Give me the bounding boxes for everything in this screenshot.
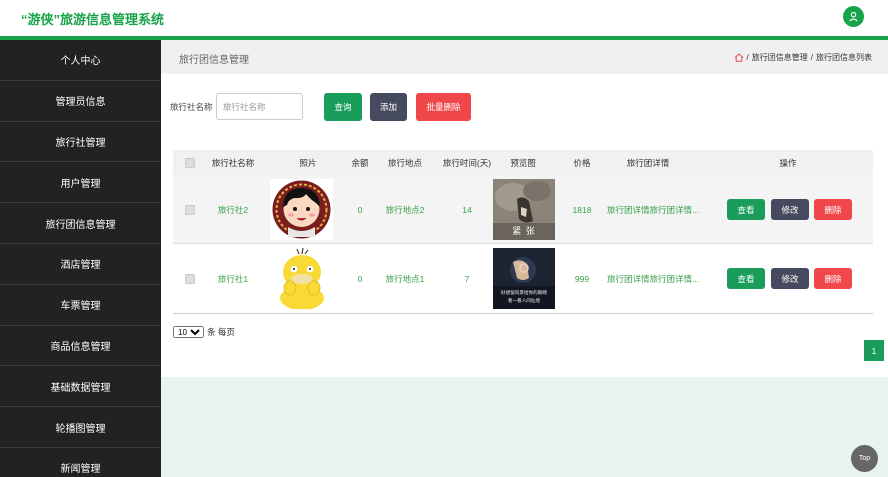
sidebar-item-label: 新闻管理 <box>60 464 101 476</box>
header-agency: 旅行社名称 <box>211 157 255 168</box>
sidebar-item-hotel-management[interactable]: 酒店管理 <box>0 244 161 285</box>
sidebar-item-label: 基础数据管理 <box>50 382 111 394</box>
sidebar-item-carousel-management[interactable]: 轮播图管理 <box>0 407 161 448</box>
agency-name-search-input[interactable] <box>216 93 303 120</box>
breadcrumb-level2: 旅行团信息列表 <box>816 53 872 62</box>
add-button[interactable]: 添加 <box>370 93 407 121</box>
row-detail: 旅行团详情旅行团详情... <box>606 204 700 215</box>
view-button[interactable]: 查看 <box>727 268 765 289</box>
preview-caption-line2: 看一看人间仙境 <box>507 298 541 303</box>
breadcrumb-separator: / <box>746 53 749 62</box>
row-balance: 0 <box>357 204 363 215</box>
breadcrumb-bar: 旅行团信息管理 / 旅行团信息管理 / 旅行团信息列表 <box>161 40 888 74</box>
page-title: 旅行团信息管理 <box>179 55 249 66</box>
table-row: 旅行社2 0 旅行地点2 14 紧 张 1818 旅行团详情旅行团详情... 查… <box>173 175 873 244</box>
page-size-control: 10 条 每页 <box>173 326 235 338</box>
header-location: 旅行地点 <box>387 157 422 168</box>
row-agency: 旅行社1 <box>217 273 249 284</box>
sidebar-item-user-management[interactable]: 用户管理 <box>0 162 161 204</box>
back-to-top-button[interactable]: Top <box>851 445 878 472</box>
row-agency: 旅行社2 <box>217 204 249 215</box>
breadcrumb-separator: / <box>810 53 813 62</box>
sidebar-item-news-management[interactable]: 新闻管理 <box>0 448 161 477</box>
preview-caption-line1: 好想留风景给你的眼睛 <box>501 290 547 295</box>
sidebar-item-label: 旅行社管理 <box>55 137 106 149</box>
sidebar-item-label: 酒店管理 <box>60 260 101 272</box>
user-avatar-button[interactable] <box>843 6 864 27</box>
row-checkbox[interactable] <box>185 273 195 284</box>
sidebar-item-agency-management[interactable]: 旅行社管理 <box>0 122 161 163</box>
header-photo: 照片 <box>299 157 317 168</box>
user-icon <box>849 11 858 22</box>
sidebar-item-admin-info[interactable]: 管理员信息 <box>0 81 161 122</box>
select-all-cell <box>183 150 197 175</box>
select-all-checkbox[interactable] <box>185 157 195 168</box>
breadcrumb: / 旅行团信息管理 / 旅行团信息列表 <box>734 52 872 63</box>
sidebar: 个人中心 管理员信息 旅行社管理 用户管理 旅行团信息管理 酒店管理 车票管理 … <box>0 40 161 477</box>
row-photo-cell <box>266 244 336 313</box>
app-title: “游侠”旅游信息管理系统 <box>21 12 165 27</box>
batch-delete-button[interactable]: 批量删除 <box>416 93 471 121</box>
edit-button[interactable]: 修改 <box>771 268 809 289</box>
sidebar-item-label: 车票管理 <box>60 301 101 313</box>
row-detail: 旅行团详情旅行团详情... <box>606 273 700 284</box>
breadcrumb-level1[interactable]: 旅行团信息管理 <box>752 52 808 63</box>
sidebar-item-label: 轮播图管理 <box>55 423 106 435</box>
sidebar-item-label: 旅行团信息管理 <box>45 219 116 231</box>
chibi-maruko-photo <box>269 179 333 240</box>
search-label: 旅行社名称 <box>170 102 213 112</box>
header-balance: 余额 <box>351 157 369 168</box>
content-panel: 旅行社名称 查询 添加 批量删除 旅行社名称 照片 余额 旅行地点 旅行时间(天… <box>161 74 888 377</box>
preview-caption: 紧 张 <box>512 226 536 236</box>
sidebar-item-basic-data-management[interactable]: 基础数据管理 <box>0 366 161 408</box>
preview-image: 紧 张 <box>493 179 555 240</box>
page-size-suffix: 条 每页 <box>207 327 235 337</box>
sidebar-item-ticket-management[interactable]: 车票管理 <box>0 285 161 326</box>
query-button[interactable]: 查询 <box>324 93 362 121</box>
table-header: 旅行社名称 照片 余额 旅行地点 旅行时间(天) 预览图 价格 旅行团详情 操作 <box>173 150 873 175</box>
tour-group-table: 旅行社名称 照片 余额 旅行地点 旅行时间(天) 预览图 价格 旅行团详情 操作… <box>173 150 873 314</box>
sidebar-item-label: 用户管理 <box>60 178 101 190</box>
delete-button[interactable]: 删除 <box>814 199 852 220</box>
header-preview: 预览图 <box>510 157 536 168</box>
sidebar-item-label: 商品信息管理 <box>50 341 111 353</box>
row-preview-cell: 紧 张 <box>489 175 559 244</box>
page-size-select[interactable]: 10 <box>173 326 204 338</box>
psyduck-photo <box>269 248 333 309</box>
page-number-current[interactable]: 1 <box>864 340 884 361</box>
home-icon[interactable] <box>734 53 744 62</box>
edit-button[interactable]: 修改 <box>771 199 809 220</box>
main-area: 旅行团信息管理 / 旅行团信息管理 / 旅行团信息列表 旅行社名称 查询 添加 … <box>161 40 888 477</box>
row-location: 旅行地点1 <box>385 273 425 284</box>
row-location: 旅行地点2 <box>385 204 425 215</box>
table-row: 旅行社1 0 旅行地点1 7 好想留风景给你的眼睛 看一看人间仙境 999 旅行… <box>173 244 873 313</box>
header-detail: 旅行团详情 <box>626 157 670 168</box>
top-header: “游侠”旅游信息管理系统 <box>0 0 888 36</box>
delete-button[interactable]: 删除 <box>814 268 852 289</box>
preview-image: 好想留风景给你的眼睛 看一看人间仙境 <box>493 248 555 309</box>
row-balance: 0 <box>357 273 363 284</box>
row-checkbox[interactable] <box>185 204 195 215</box>
row-preview-cell: 好想留风景给你的眼睛 看一看人间仙境 <box>489 244 559 313</box>
row-photo-cell <box>266 175 336 244</box>
sidebar-item-goods-management[interactable]: 商品信息管理 <box>0 326 161 367</box>
view-button[interactable]: 查看 <box>727 199 765 220</box>
row-select-cell <box>183 175 197 244</box>
sidebar-item-label: 管理员信息 <box>55 97 106 109</box>
row-select-cell <box>183 244 197 313</box>
header-actions: 操作 <box>779 157 797 168</box>
sidebar-item-label: 个人中心 <box>60 56 101 68</box>
sidebar-item-personal-center[interactable]: 个人中心 <box>0 40 161 81</box>
sidebar-item-tour-group-management[interactable]: 旅行团信息管理 <box>0 203 161 244</box>
